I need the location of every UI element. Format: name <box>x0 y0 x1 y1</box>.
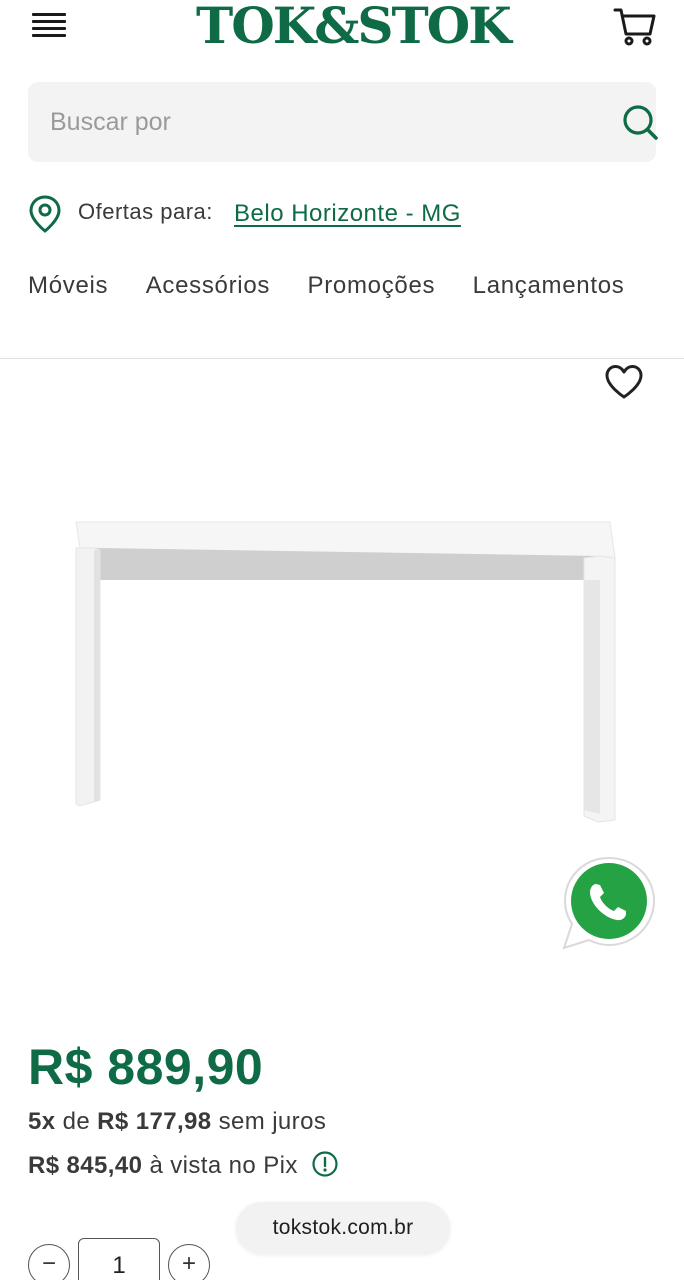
installments-info: 5x de R$ 177,98 sem juros <box>28 1108 326 1136</box>
header: TOK&STOK <box>0 0 684 60</box>
product-image <box>75 521 616 823</box>
quantity-input[interactable] <box>78 1238 160 1280</box>
divider <box>0 358 684 359</box>
logo[interactable]: TOK&STOK <box>196 0 512 52</box>
location-prefix: Ofertas para: <box>78 199 213 224</box>
nav-item-promocoes[interactable]: Promoções <box>308 272 436 300</box>
search-bar <box>28 82 658 162</box>
pix-amount: R$ 845,40 <box>28 1152 143 1179</box>
product-price: R$ 889,90 <box>28 1039 264 1095</box>
shopping-cart-icon[interactable] <box>612 4 656 48</box>
nav-item-acessorios[interactable]: Acessórios <box>146 272 270 300</box>
category-nav: Móveis Acessórios Promoções Lançamentos <box>28 272 658 312</box>
installments-count: 5x <box>28 1108 56 1135</box>
installments-amount: R$ 177,98 <box>97 1108 212 1135</box>
installments-suffix: sem juros <box>218 1108 327 1135</box>
browser-url-bar[interactable]: tokstok.com.br <box>236 1202 450 1254</box>
pix-suffix: à vista no Pix <box>149 1152 298 1179</box>
info-icon[interactable] <box>311 1150 339 1178</box>
location-city-link[interactable]: Belo Horizonte - MG <box>234 200 461 228</box>
heart-icon[interactable] <box>604 364 644 400</box>
hamburger-menu-icon[interactable] <box>30 10 68 40</box>
quantity-increase-button[interactable]: + <box>168 1244 210 1280</box>
map-pin-icon <box>29 195 61 233</box>
installments-de: de <box>62 1108 91 1135</box>
search-input[interactable] <box>50 102 570 142</box>
quantity-decrease-button[interactable]: − <box>28 1244 70 1280</box>
pix-price-info: R$ 845,40 à vista no Pix <box>28 1150 339 1180</box>
whatsapp-icon[interactable] <box>560 854 658 952</box>
location-selector: Ofertas para: Belo Horizonte - MG <box>28 192 656 236</box>
nav-item-lancamentos[interactable]: Lançamentos <box>473 272 625 300</box>
search-icon[interactable] <box>620 102 660 142</box>
nav-item-moveis[interactable]: Móveis <box>28 272 108 300</box>
